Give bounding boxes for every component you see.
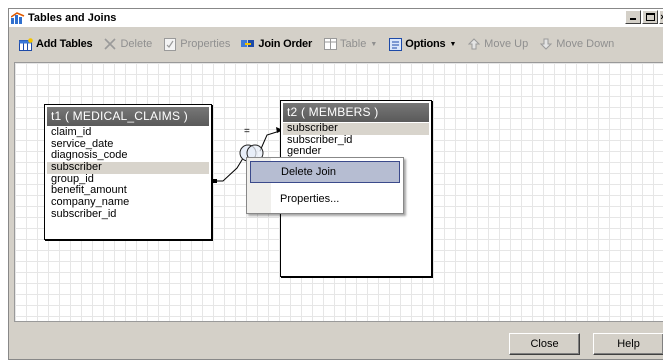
delete-button[interactable]: Delete xyxy=(103,37,152,51)
join-order-button[interactable]: Join Order xyxy=(241,37,312,51)
join-order-icon xyxy=(241,37,255,51)
add-tables-label: Add Tables xyxy=(36,38,93,50)
properties-button[interactable]: Properties xyxy=(163,37,230,51)
delete-icon xyxy=(103,37,117,51)
minimize-button[interactable] xyxy=(625,10,641,24)
column-row[interactable]: claim_id xyxy=(47,126,209,139)
chevron-down-icon: ▼ xyxy=(449,40,457,48)
tables-and-joins-icon xyxy=(11,12,25,24)
arrow-up-icon xyxy=(467,37,481,51)
column-row[interactable]: subscriber_id xyxy=(47,208,209,221)
column-row-selected[interactable]: subscriber xyxy=(283,122,429,135)
close-button[interactable]: Close xyxy=(509,333,580,355)
join-diagram-canvas[interactable]: = t1 ( MEDICAL_CLAIMS ) claim_id service… xyxy=(14,62,663,322)
column-row-selected[interactable]: subscriber xyxy=(47,161,209,174)
properties-menu-item[interactable]: Properties... xyxy=(250,189,400,211)
arrow-down-icon xyxy=(539,37,553,51)
chevron-down-icon: ▼ xyxy=(370,40,378,48)
title-bar: Tables and Joins × xyxy=(9,9,663,27)
table-dropdown[interactable]: Table ▼ xyxy=(323,37,377,51)
maximize-button[interactable] xyxy=(642,10,658,24)
table-t1-medical-claims[interactable]: t1 ( MEDICAL_CLAIMS ) claim_id service_d… xyxy=(44,104,212,240)
maximize-icon xyxy=(646,13,655,21)
table-label: Table xyxy=(340,38,367,50)
help-button[interactable]: Help xyxy=(593,333,663,355)
join-operator-label[interactable]: = xyxy=(244,126,250,137)
delete-label: Delete xyxy=(120,38,153,50)
move-down-label: Move Down xyxy=(556,38,615,50)
close-window-button[interactable]: × xyxy=(659,10,663,24)
add-tables-icon xyxy=(19,37,33,51)
options-label: Options xyxy=(405,38,446,50)
table-t2-header[interactable]: t2 ( MEMBERS ) xyxy=(283,103,429,122)
delete-join-menu-item[interactable]: Delete Join xyxy=(250,161,400,183)
options-dropdown[interactable]: Options ▼ xyxy=(388,37,456,51)
table-t1-header[interactable]: t1 ( MEDICAL_CLAIMS ) xyxy=(47,107,209,126)
table-icon xyxy=(323,37,337,51)
tables-and-joins-window: Tables and Joins × xyxy=(8,8,663,360)
window-title: Tables and Joins xyxy=(28,12,117,24)
move-up-label: Move Up xyxy=(484,38,529,50)
join-order-label: Join Order xyxy=(258,38,313,50)
toolbar: Add Tables Delete Properties Join Order … xyxy=(9,33,663,55)
minimize-icon xyxy=(630,18,636,20)
move-down-button[interactable]: Move Down xyxy=(539,37,614,51)
properties-icon xyxy=(163,37,177,51)
join-context-menu: Delete Join Properties... xyxy=(246,157,404,214)
options-icon xyxy=(388,37,402,51)
properties-label: Properties xyxy=(180,38,231,50)
move-up-button[interactable]: Move Up xyxy=(467,37,528,51)
add-tables-button[interactable]: Add Tables xyxy=(19,37,93,51)
